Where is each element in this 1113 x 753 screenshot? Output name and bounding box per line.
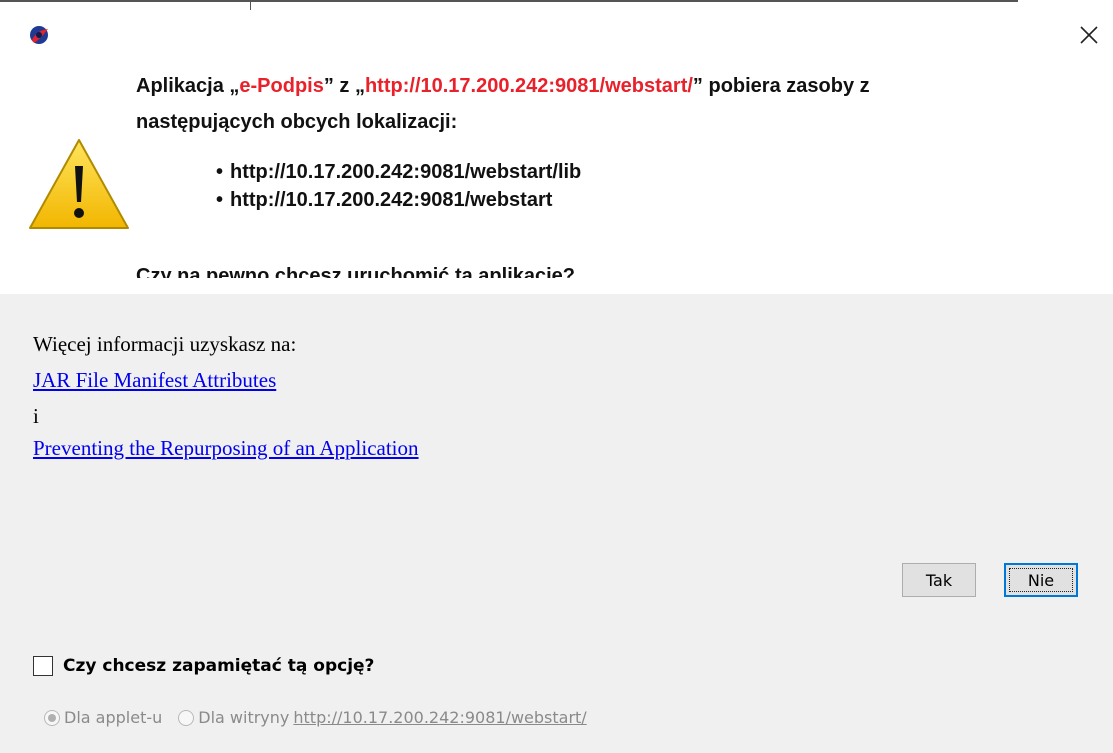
close-icon bbox=[1080, 26, 1098, 44]
jar-manifest-link[interactable]: JAR File Manifest Attributes bbox=[33, 368, 276, 393]
remember-scope-row: Dla applet-u Dla witryny http://10.17.20… bbox=[44, 708, 587, 727]
message-mid: ” z „ bbox=[323, 75, 365, 97]
message-panel: Aplikacja „e-Podpis” z „http://10.17.200… bbox=[0, 66, 1113, 278]
remember-checkbox[interactable] bbox=[33, 656, 53, 676]
more-info-text: Więcej informacji uzyskasz na: bbox=[33, 332, 297, 356]
app-url: http://10.17.200.242:9081/webstart/ bbox=[364, 75, 693, 97]
java-icon bbox=[28, 24, 50, 46]
message-suffix: ” pobiera zasoby z bbox=[692, 75, 870, 97]
repurposing-link[interactable]: Preventing the Repurposing of an Applica… bbox=[33, 436, 419, 461]
warning-triangle-icon bbox=[24, 134, 154, 234]
list-item: • http://10.17.200.242:9081/webstart bbox=[216, 189, 553, 211]
confirm-question: Czy na pewno chcesz uruchomić tą aplikac… bbox=[136, 265, 576, 278]
app-name: e-Podpis bbox=[239, 75, 324, 97]
list-item: • http://10.17.200.242:9081/webstart/lib bbox=[216, 161, 582, 183]
yes-button[interactable]: Tak bbox=[902, 563, 976, 597]
info-panel: Więcej informacji uzyskasz na: JAR File … bbox=[0, 294, 1113, 753]
message-line-1: Aplikacja „e-Podpis” z „http://10.17.200… bbox=[136, 75, 870, 98]
remember-checkbox-label[interactable]: Czy chcesz zapamiętać tą opcję? bbox=[63, 656, 374, 676]
locations-list: • http://10.17.200.242:9081/webstart/lib … bbox=[216, 158, 581, 214]
focus-ring bbox=[1009, 568, 1073, 592]
no-button[interactable]: Nie bbox=[1004, 563, 1078, 597]
message-prefix: Aplikacja „ bbox=[136, 75, 240, 97]
site-radio-label[interactable]: Dla witryny bbox=[198, 708, 289, 727]
close-button[interactable] bbox=[1074, 20, 1104, 50]
conjunction-text: i bbox=[33, 404, 39, 428]
message-line-2: następujących obcych lokalizacji: bbox=[136, 111, 458, 133]
applet-radio-label[interactable]: Dla applet-u bbox=[64, 708, 162, 727]
site-url-link[interactable]: http://10.17.200.242:9081/webstart/ bbox=[293, 708, 586, 727]
window-border-tick bbox=[250, 2, 251, 10]
window-top-border bbox=[0, 0, 1018, 2]
remember-option-row: Czy chcesz zapamiętać tą opcję? bbox=[33, 656, 374, 676]
site-radio[interactable] bbox=[178, 709, 195, 726]
applet-radio[interactable] bbox=[44, 709, 60, 726]
